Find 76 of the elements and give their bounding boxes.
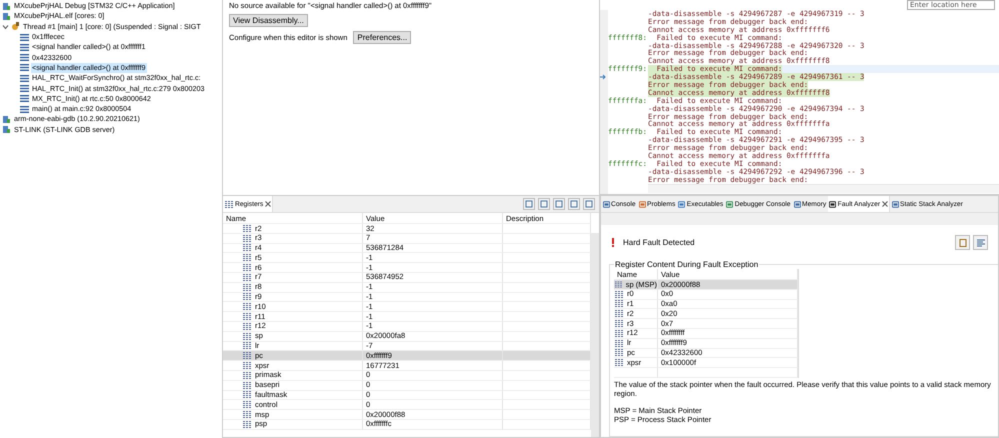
register-icon	[243, 303, 252, 310]
view-icon	[794, 200, 801, 208]
fault-status: Hard Fault Detected	[623, 238, 695, 247]
close-icon[interactable]	[882, 201, 888, 207]
square-icon	[585, 200, 593, 208]
registers-icon	[224, 200, 234, 208]
register-icon	[243, 420, 252, 428]
stack-frame-icon	[20, 34, 29, 41]
view-icon	[678, 200, 686, 208]
register-icon	[615, 300, 624, 308]
stack-frame-icon	[20, 106, 29, 113]
thread-icon	[11, 22, 20, 32]
toolbar-button[interactable]	[523, 198, 535, 210]
register-icon	[243, 322, 252, 330]
register-icon	[243, 224, 252, 232]
register-icon	[243, 274, 252, 281]
error-icon	[611, 238, 615, 247]
register-icon	[615, 290, 624, 298]
document-icon	[958, 238, 966, 246]
lines-icon	[976, 238, 984, 246]
register-icon	[615, 330, 624, 337]
toolbar-button[interactable]	[955, 235, 970, 250]
view-disassembly-button[interactable]: View Disassembly...	[229, 14, 308, 27]
register-icon	[243, 342, 252, 350]
register-icon	[243, 254, 252, 262]
register-icon	[243, 401, 252, 408]
view-icon	[602, 200, 610, 208]
register-icon	[243, 244, 252, 252]
register-icon	[243, 284, 252, 291]
register-icon	[243, 411, 252, 418]
toolbar-button[interactable]	[553, 198, 565, 210]
view-icon	[892, 200, 899, 208]
register-icon	[243, 234, 252, 242]
register-icon	[243, 372, 252, 379]
register-icon	[243, 293, 252, 300]
toolbar-button[interactable]	[973, 235, 988, 250]
register-icon	[243, 332, 252, 340]
group-title: Register Content During Fault Exception	[614, 260, 760, 269]
stack-frame-icon	[20, 44, 29, 51]
square-icon	[555, 200, 563, 208]
register-icon	[243, 382, 252, 389]
stack-frame-icon	[20, 74, 29, 82]
register-icon	[243, 352, 252, 360]
process-icon	[2, 114, 11, 124]
elf-icon	[2, 12, 11, 21]
vertical-scrollbar[interactable]	[591, 233, 599, 437]
register-icon	[615, 320, 624, 328]
square-icon	[525, 200, 533, 208]
stack-frame-icon	[20, 85, 29, 92]
close-icon[interactable]	[264, 201, 271, 207]
register-icon	[615, 280, 623, 288]
toolbar-button[interactable]	[568, 198, 580, 210]
register-icon	[615, 310, 624, 318]
register-icon	[243, 391, 252, 398]
register-icon	[615, 359, 624, 366]
stack-frame-icon	[20, 64, 29, 72]
register-icon	[615, 340, 624, 347]
stack-frame-icon	[20, 54, 29, 62]
register-icon	[243, 362, 252, 370]
chevron-icon[interactable]	[2, 24, 9, 30]
toolbar-button[interactable]	[583, 198, 595, 210]
view-icon	[726, 200, 734, 208]
view-icon	[829, 200, 836, 208]
launch-icon	[2, 2, 11, 11]
pc-arrow-icon	[600, 74, 606, 80]
stack-frame-icon	[20, 95, 29, 102]
register-icon	[243, 264, 252, 272]
register-icon	[243, 313, 252, 320]
square-icon	[570, 200, 578, 208]
toolbar-button[interactable]	[538, 198, 550, 210]
horizontal-scrollbar[interactable]	[648, 184, 999, 193]
view-icon	[638, 200, 646, 208]
preferences-button[interactable]: Preferences...	[353, 31, 412, 44]
square-icon	[540, 200, 548, 208]
register-icon	[615, 349, 624, 356]
process-icon	[2, 125, 11, 134]
